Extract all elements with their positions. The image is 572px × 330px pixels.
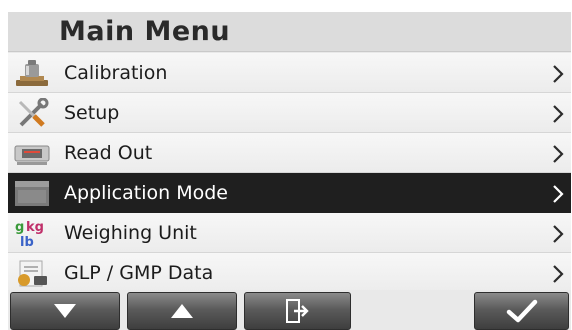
page-title: Main Menu [8, 12, 571, 52]
menu-item-calibration[interactable]: Calibration [8, 53, 571, 93]
chevron-right-icon [553, 145, 564, 163]
svg-text:g: g [15, 220, 24, 235]
exit-icon [285, 299, 309, 323]
main-menu-list: Calibration Setup Read Out Application M… [8, 53, 571, 293]
units-g-kg-lb-icon: g kg lb [15, 220, 44, 248]
glp-data-icon [18, 260, 47, 287]
arrow-down-icon [54, 304, 76, 318]
exit-button[interactable] [244, 292, 351, 330]
chevron-right-icon [553, 265, 564, 283]
menu-item-label: Application Mode [64, 182, 228, 204]
scale-weight-icon [16, 60, 48, 86]
menu-item-application-mode[interactable]: Application Mode [8, 173, 571, 213]
up-button[interactable] [127, 292, 237, 330]
menu-item-glp-gmp-data[interactable]: GLP / GMP Data [8, 253, 571, 293]
chevron-right-icon [553, 105, 564, 123]
softkey-bar [8, 290, 571, 330]
check-icon [506, 299, 537, 323]
chevron-right-icon [553, 225, 564, 243]
svg-text:lb: lb [20, 235, 34, 248]
display-readout-icon [14, 145, 50, 165]
menu-item-setup[interactable]: Setup [8, 93, 571, 133]
menu-item-label: Read Out [64, 142, 153, 164]
menu-item-label: Setup [64, 102, 120, 124]
menu-item-label: GLP / GMP Data [64, 262, 214, 284]
application-mode-icon [15, 181, 49, 206]
menu-item-label: Weighing Unit [64, 222, 197, 244]
arrow-up-icon [171, 304, 193, 318]
tools-icon [18, 98, 49, 127]
svg-text:kg: kg [26, 220, 44, 235]
screen: Main Menu Calibration Setup Read Out App… [8, 12, 571, 330]
confirm-button[interactable] [474, 292, 569, 330]
menu-item-label: Calibration [64, 62, 168, 84]
menu-item-weighing-unit[interactable]: g kg lb Weighing Unit [8, 213, 571, 253]
chevron-right-icon [553, 65, 564, 83]
menu-item-read-out[interactable]: Read Out [8, 133, 571, 173]
chevron-right-icon [553, 185, 564, 203]
down-button[interactable] [10, 292, 120, 330]
